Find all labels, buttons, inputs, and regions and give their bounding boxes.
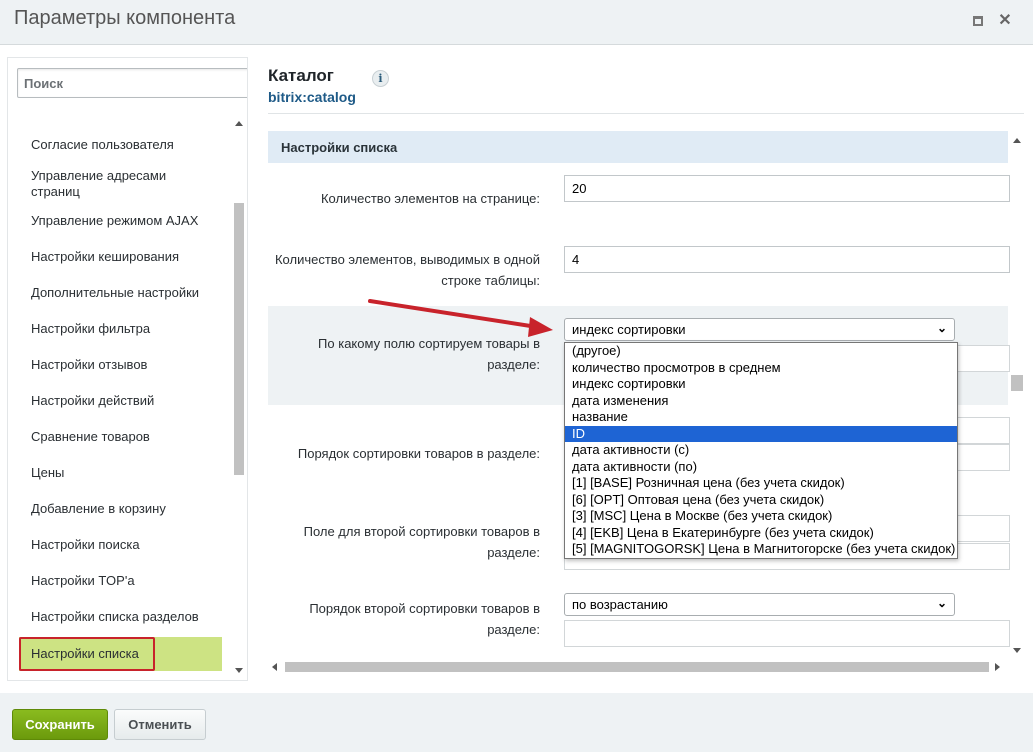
scroll-down-icon[interactable] bbox=[1013, 648, 1021, 653]
section-header: Настройки списка bbox=[268, 131, 1008, 163]
section-title: Настройки списка bbox=[281, 140, 398, 155]
per-page-input[interactable]: 20 bbox=[564, 175, 1010, 202]
horizontal-scrollbar[interactable] bbox=[268, 660, 1008, 674]
sidebar-item[interactable]: Согласие пользователя bbox=[31, 137, 174, 153]
dropdown-option[interactable]: дата активности (с) bbox=[565, 442, 957, 458]
scrollbar-thumb[interactable] bbox=[285, 662, 989, 672]
sidebar-item[interactable]: Настройки поиска bbox=[31, 537, 140, 553]
scroll-down-icon[interactable] bbox=[235, 668, 243, 673]
dropdown-option[interactable]: количество просмотров в среднем bbox=[565, 360, 957, 376]
component-code: bitrix:catalog bbox=[268, 89, 356, 105]
save-button[interactable]: Сохранить bbox=[12, 709, 108, 740]
sidebar-item[interactable]: Управление режимом AJAX bbox=[31, 213, 198, 229]
sidebar-item[interactable]: Сравнение товаров bbox=[31, 429, 150, 445]
dropdown-option[interactable]: индекс сортировки bbox=[565, 376, 957, 392]
dropdown-option[interactable]: [5] [MAGNITOGORSK] Цена в Магнитогорске … bbox=[565, 541, 957, 557]
info-icon[interactable]: i bbox=[372, 70, 389, 87]
dropdown-option[interactable]: [4] [EKB] Цена в Екатеринбурге (без учет… bbox=[565, 525, 957, 541]
sidebar-item[interactable]: Настройки действий bbox=[31, 393, 154, 409]
select-value: индекс сортировки bbox=[572, 322, 686, 337]
select-value: по возрастанию bbox=[572, 597, 668, 612]
sort-field-select[interactable]: индекс сортировки ⌄ bbox=[564, 318, 955, 341]
per-row-input[interactable]: 4 bbox=[564, 246, 1010, 273]
sidebar-item[interactable]: Настройки TOP'а bbox=[31, 573, 135, 589]
sidebar-list: Согласие пользователя Управление адресам… bbox=[8, 106, 230, 680]
close-icon[interactable]: ✕ bbox=[997, 13, 1013, 29]
sidebar-item[interactable]: Цены bbox=[31, 465, 64, 481]
chevron-down-icon: ⌄ bbox=[936, 596, 947, 610]
field-label: Порядок второй сортировки товаров в разд… bbox=[309, 601, 540, 637]
dropdown-option[interactable]: название bbox=[565, 409, 957, 425]
sidebar-item[interactable]: Настройки отзывов bbox=[31, 357, 147, 373]
dropdown-option[interactable]: дата изменения bbox=[565, 393, 957, 409]
sidebar-item[interactable]: Управление адресами страниц bbox=[31, 168, 201, 200]
divider bbox=[268, 113, 1024, 114]
scroll-right-icon[interactable] bbox=[995, 663, 1000, 671]
content-scrollbar[interactable] bbox=[1010, 131, 1024, 659]
sidebar-item[interactable]: Добавление в корзину bbox=[31, 501, 166, 517]
sort-order2-select[interactable]: по возрастанию ⌄ bbox=[564, 593, 955, 616]
component-title: Каталог bbox=[268, 66, 334, 85]
dropdown-option[interactable]: (другое) bbox=[565, 343, 957, 359]
sidebar-item-active-label: Настройки списка bbox=[31, 646, 139, 661]
window-titlebar: Параметры компонента ✕ bbox=[0, 0, 1033, 45]
scrollbar-thumb[interactable] bbox=[234, 203, 244, 475]
red-arrow-annotation bbox=[368, 299, 553, 337]
sidebar-item[interactable]: Настройки фильтра bbox=[31, 321, 150, 337]
scroll-up-icon[interactable] bbox=[1013, 138, 1021, 143]
dropdown-option[interactable]: [6] [OPT] Оптовая цена (без учета скидок… bbox=[565, 492, 957, 508]
cancel-button[interactable]: Отменить bbox=[114, 709, 206, 740]
sidebar-item[interactable]: Настройки кеширования bbox=[31, 249, 179, 265]
sidebar-scrollbar[interactable] bbox=[232, 113, 246, 679]
sidebar-item[interactable]: Дополнительные настройки bbox=[31, 285, 199, 301]
dropdown-option[interactable]: [1] [BASE] Розничная цена (без учета ски… bbox=[565, 475, 957, 491]
chevron-down-icon: ⌄ bbox=[936, 321, 947, 335]
sidebar: Согласие пользователя Управление адресам… bbox=[7, 57, 248, 681]
field-label: Количество элементов, выводимых в одной … bbox=[274, 252, 540, 288]
dropdown-option-selected[interactable]: ID bbox=[565, 425, 957, 442]
scrollbar-thumb[interactable] bbox=[1011, 375, 1023, 391]
scroll-up-icon[interactable] bbox=[235, 121, 243, 126]
dropdown-option[interactable]: [3] [MSC] Цена в Москве (без учета скидо… bbox=[565, 508, 957, 524]
sort-order2-custom-input[interactable] bbox=[564, 620, 1010, 647]
sort-field-dropdown[interactable]: (другое) количество просмотров в среднем… bbox=[564, 342, 958, 559]
dialog-footer: Сохранить Отменить bbox=[0, 693, 1033, 752]
maximize-icon[interactable] bbox=[970, 13, 986, 29]
search-input[interactable] bbox=[17, 68, 247, 98]
scroll-left-icon[interactable] bbox=[272, 663, 277, 671]
dropdown-option[interactable]: дата активности (по) bbox=[565, 459, 957, 475]
field-label: Порядок сортировки товаров в разделе: bbox=[297, 446, 540, 461]
window-title: Параметры компонента bbox=[14, 7, 236, 29]
sidebar-item[interactable]: Настройки списка разделов bbox=[31, 609, 199, 625]
field-label: Количество элементов на странице: bbox=[320, 191, 540, 206]
field-label: Поле для второй сортировки товаров в раз… bbox=[303, 524, 540, 560]
